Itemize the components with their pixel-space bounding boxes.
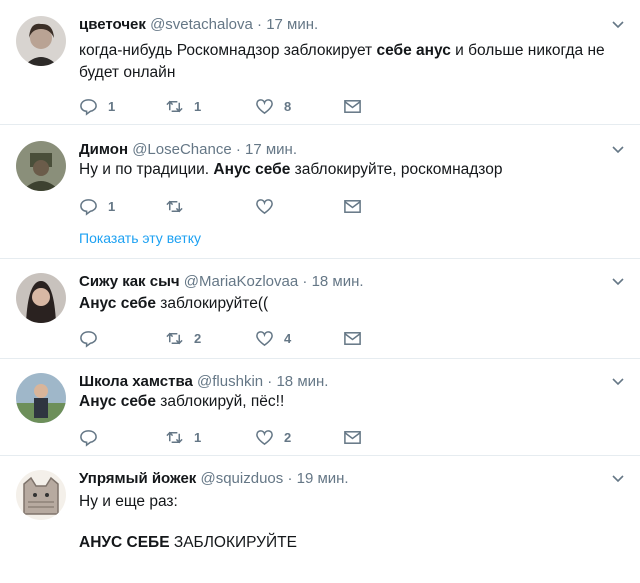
author-name[interactable]: Сижу как сыч — [79, 273, 180, 290]
retweet-button[interactable] — [165, 196, 184, 216]
chevron-down-icon[interactable] — [610, 273, 626, 289]
like-button[interactable]: 4 — [255, 328, 291, 348]
reply-icon — [80, 330, 97, 348]
tweet-header: Школа хамства @flushkin · 18 мин. — [79, 373, 328, 391]
envelope-icon — [344, 331, 361, 345]
chevron-down-icon[interactable] — [610, 470, 626, 486]
tweet-text: Ну и по традиции. Анус себе заблокируйте… — [79, 161, 503, 178]
heart-icon — [256, 429, 273, 445]
timestamp[interactable]: 18 мин. — [312, 273, 364, 290]
retweet-icon — [166, 200, 183, 212]
tweet-text: Анус себе заблокируйте(( — [79, 295, 269, 312]
tweet-header: Упрямый йожек @squizduos · 19 мин. — [79, 470, 349, 488]
tweet-text: Анус себе заблокируй, пёс!! — [79, 393, 285, 410]
author-name[interactable]: Упрямый йожек — [79, 470, 196, 487]
tweet-1[interactable]: цветочек @svetachalova · 17 мин. когда-н… — [0, 0, 640, 125]
show-thread-link[interactable]: Показать эту ветку — [79, 230, 201, 246]
author-handle[interactable]: @flushkin — [197, 373, 263, 390]
envelope-icon — [344, 199, 361, 213]
author-name[interactable]: Школа хамства — [79, 373, 193, 390]
reply-icon — [80, 98, 97, 116]
tweet-text: когда-нибудь Роскомнадзор заблокирует се… — [79, 42, 605, 81]
reply-button[interactable]: 1 — [79, 96, 115, 116]
separator-dot: · — [267, 373, 273, 390]
dm-button[interactable] — [343, 96, 362, 116]
envelope-icon — [344, 99, 361, 113]
avatar[interactable] — [16, 273, 66, 323]
like-count: 4 — [284, 330, 292, 346]
tweet-5[interactable]: Упрямый йожек @squizduos · 19 мин. Ну и … — [0, 456, 640, 583]
tweet-text-line-1: Ну и еще раз: — [79, 493, 178, 510]
heart-icon — [256, 330, 273, 346]
timestamp[interactable]: 17 мин. — [266, 16, 318, 33]
retweet-button[interactable]: 2 — [165, 328, 201, 348]
separator-dot: · — [287, 470, 293, 487]
like-count: 2 — [284, 429, 292, 445]
dm-button[interactable] — [343, 427, 362, 447]
reply-button[interactable]: 1 — [79, 196, 115, 216]
retweet-button[interactable]: 1 — [165, 427, 201, 447]
dm-button[interactable] — [343, 196, 362, 216]
author-name[interactable]: Димон — [79, 141, 128, 158]
author-name[interactable]: цветочек — [79, 16, 146, 33]
separator-dot: · — [235, 141, 241, 158]
retweet-icon — [166, 431, 183, 443]
like-count: 8 — [284, 98, 292, 114]
tweet-4[interactable]: Школа хамства @flushkin · 18 мин. Анус с… — [0, 359, 640, 456]
tweet-header: цветочек @svetachalova · 17 мин. — [79, 16, 318, 34]
dm-button[interactable] — [343, 328, 362, 348]
reply-count: 1 — [108, 98, 116, 114]
tweet-text-line-2: АНУС СЕБЕ ЗАБЛОКИРУЙТЕ — [79, 534, 297, 551]
reply-icon — [80, 198, 97, 216]
like-button[interactable]: 2 — [255, 427, 291, 447]
like-button[interactable]: 8 — [255, 96, 291, 116]
separator-dot: · — [302, 273, 308, 290]
timestamp[interactable]: 18 мин. — [276, 373, 328, 390]
tweet-header: Сижу как сыч @MariaKozlovaa · 18 мин. — [79, 273, 364, 291]
author-handle[interactable]: @svetachalova — [150, 16, 253, 33]
author-handle[interactable]: @LoseChance — [132, 141, 231, 158]
author-handle[interactable]: @squizduos — [200, 470, 283, 487]
heart-icon — [256, 198, 273, 214]
avatar[interactable] — [16, 16, 66, 66]
avatar[interactable] — [16, 470, 66, 520]
retweet-count: 1 — [194, 98, 202, 114]
reply-button[interactable] — [79, 328, 98, 348]
tweet-header: Димон @LoseChance · 17 мин. — [79, 141, 297, 159]
like-button[interactable] — [255, 196, 274, 216]
retweet-count: 1 — [194, 429, 202, 445]
chevron-down-icon[interactable] — [610, 373, 626, 389]
chevron-down-icon[interactable] — [610, 16, 626, 32]
timestamp[interactable]: 17 мин. — [245, 141, 297, 158]
reply-button[interactable] — [79, 427, 98, 447]
timestamp[interactable]: 19 мин. — [297, 470, 349, 487]
author-handle[interactable]: @MariaKozlovaa — [184, 273, 298, 290]
tweet-2[interactable]: Димон @LoseChance · 17 мин. Ну и по трад… — [0, 125, 640, 259]
envelope-icon — [344, 430, 361, 444]
heart-icon — [256, 98, 273, 114]
retweet-icon — [166, 100, 183, 112]
reply-icon — [80, 429, 97, 447]
retweet-icon — [166, 332, 183, 344]
tweet-3[interactable]: Сижу как сыч @MariaKozlovaa · 18 мин. Ан… — [0, 259, 640, 359]
avatar[interactable] — [16, 373, 66, 423]
avatar[interactable] — [16, 141, 66, 191]
retweet-button[interactable]: 1 — [165, 96, 201, 116]
reply-count: 1 — [108, 198, 116, 214]
retweet-count: 2 — [194, 330, 202, 346]
chevron-down-icon[interactable] — [610, 141, 626, 157]
separator-dot: · — [257, 16, 263, 33]
